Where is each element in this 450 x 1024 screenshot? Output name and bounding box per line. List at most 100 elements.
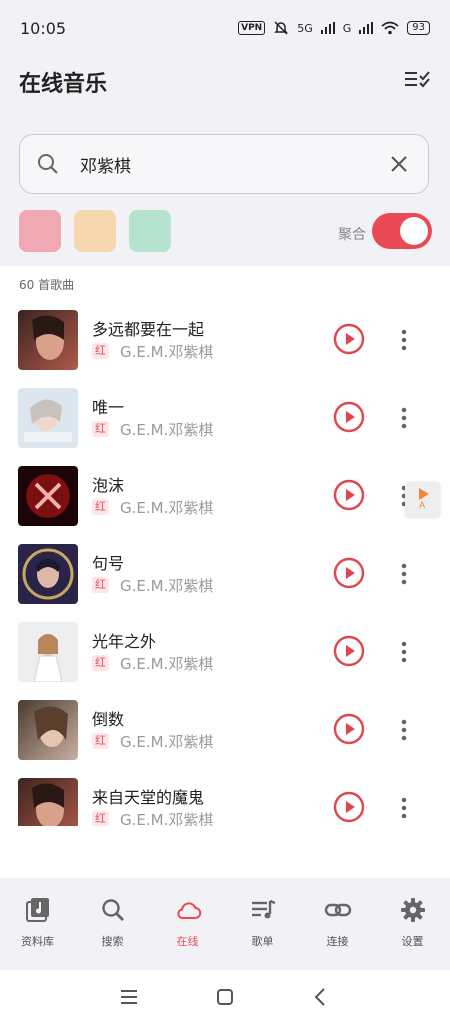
source-filter-swatches <box>19 210 171 252</box>
source-tag: 红 <box>92 811 109 826</box>
source-tag: 红 <box>92 343 109 359</box>
status-time: 10:05 <box>20 18 67 38</box>
song-artist: G.E.M.邓紫棋 <box>120 343 214 361</box>
mute-bell-icon <box>274 21 289 35</box>
search-input[interactable]: 邓紫棋 <box>80 152 388 177</box>
song-row[interactable]: 泡沫 红 G.E.M.邓紫棋 <box>0 460 450 538</box>
song-list: 60 首歌曲 多远都要在一起 红 G.E.M.邓紫棋 唯一 红 G.E.M.邓紫… <box>0 266 450 826</box>
nav-label: 设置 <box>401 935 424 948</box>
link-icon <box>324 903 351 917</box>
header: 在线音乐 邓紫棋 聚合 <box>0 56 450 266</box>
nav-label: 连接 <box>326 935 349 948</box>
play-icon[interactable] <box>333 479 365 511</box>
search-bar[interactable]: 邓紫棋 <box>19 134 429 194</box>
bottom-nav: 资料库 搜索 在线 歌单 连接 设置 <box>0 878 450 970</box>
song-title: 光年之外 <box>92 632 157 651</box>
nav-connect[interactable]: 连接 <box>300 878 375 970</box>
source-filter-green[interactable] <box>129 210 171 252</box>
merge-label: 聚合 <box>338 227 366 243</box>
floating-button-label: A <box>419 501 426 511</box>
play-icon[interactable] <box>333 713 365 745</box>
more-options-icon[interactable] <box>398 716 410 744</box>
clear-icon[interactable] <box>388 153 410 175</box>
play-icon[interactable] <box>333 557 365 589</box>
nav-label: 搜索 <box>101 935 124 948</box>
song-artist: G.E.M.邓紫棋 <box>120 421 214 439</box>
play-arrow-icon <box>419 488 429 500</box>
song-title: 多远都要在一起 <box>92 320 205 339</box>
song-title: 倒数 <box>92 710 125 729</box>
song-title: 来自天堂的魔鬼 <box>92 788 205 807</box>
signal-g-label: G <box>342 21 352 35</box>
home-icon[interactable] <box>214 986 236 1008</box>
song-title: 句号 <box>92 554 125 573</box>
source-tag: 红 <box>92 421 109 437</box>
play-icon[interactable] <box>333 323 365 355</box>
more-options-icon[interactable] <box>398 638 410 666</box>
song-row[interactable]: 唯一 红 G.E.M.邓紫棋 <box>0 382 450 460</box>
song-row[interactable]: 倒数 红 G.E.M.邓紫棋 <box>0 694 450 772</box>
back-icon[interactable] <box>310 986 332 1008</box>
song-artist: G.E.M.邓紫棋 <box>120 811 214 826</box>
multi-select-icon[interactable] <box>404 68 430 90</box>
song-count: 60 首歌曲 <box>19 278 75 292</box>
source-tag: 红 <box>92 655 109 671</box>
search-icon <box>38 154 58 174</box>
toggle-knob <box>400 217 428 245</box>
status-icons: VPN 5G G 93 <box>238 20 430 36</box>
page-title: 在线音乐 <box>19 72 108 97</box>
song-row[interactable]: 句号 红 G.E.M.邓紫棋 <box>0 538 450 616</box>
song-artist: G.E.M.邓紫棋 <box>120 733 214 751</box>
system-nav-bar <box>0 970 450 1024</box>
song-title: 唯一 <box>92 398 125 417</box>
album-cover <box>18 778 78 826</box>
nav-library[interactable]: 资料库 <box>0 878 75 970</box>
nav-settings[interactable]: 设置 <box>375 878 450 970</box>
source-filter-red[interactable] <box>19 210 61 252</box>
status-bar: 10:05 VPN 5G G 93 <box>0 0 450 56</box>
search-icon <box>101 899 124 921</box>
nav-label: 资料库 <box>21 935 54 948</box>
source-tag: 红 <box>92 577 109 593</box>
nav-label: 歌单 <box>251 935 274 948</box>
source-tag: 红 <box>92 733 109 749</box>
song-row[interactable]: 多远都要在一起 红 G.E.M.邓紫棋 <box>0 304 450 382</box>
song-title: 泡沫 <box>92 476 125 495</box>
song-row[interactable]: 来自天堂的魔鬼 红 G.E.M.邓紫棋 <box>0 772 450 826</box>
nav-label: 在线 <box>176 935 199 948</box>
more-options-icon[interactable] <box>398 560 410 588</box>
album-cover <box>18 466 78 526</box>
vpn-badge: VPN <box>238 21 266 35</box>
signal-icon-2 <box>359 22 374 34</box>
menu-icon[interactable] <box>118 986 140 1008</box>
signal-5g-label: 5G <box>297 21 313 35</box>
merge-toggle[interactable] <box>372 213 432 249</box>
nav-playlist[interactable]: 歌单 <box>225 878 300 970</box>
album-cover <box>18 544 78 604</box>
battery-indicator: 93 <box>407 21 430 35</box>
play-icon[interactable] <box>333 791 365 823</box>
song-artist: G.E.M.邓紫棋 <box>120 577 214 595</box>
floating-translate-button[interactable]: A <box>405 482 440 518</box>
song-artist: G.E.M.邓紫棋 <box>120 655 214 673</box>
more-options-icon[interactable] <box>398 326 410 354</box>
album-cover <box>18 700 78 760</box>
nav-search[interactable]: 搜索 <box>75 878 150 970</box>
album-cover <box>18 622 78 682</box>
library-icon <box>25 898 49 922</box>
source-filter-orange[interactable] <box>74 210 116 252</box>
source-tag: 红 <box>92 499 109 515</box>
nav-online[interactable]: 在线 <box>150 878 225 970</box>
playlist-icon <box>251 899 275 919</box>
album-cover <box>18 310 78 370</box>
play-icon[interactable] <box>333 635 365 667</box>
album-cover <box>18 388 78 448</box>
song-row[interactable]: 光年之外 红 G.E.M.邓紫棋 <box>0 616 450 694</box>
gear-icon <box>400 898 425 922</box>
signal-icon <box>320 22 335 34</box>
cloud-icon <box>176 902 201 919</box>
more-options-icon[interactable] <box>398 404 410 432</box>
wifi-icon <box>381 21 399 35</box>
more-options-icon[interactable] <box>398 794 410 822</box>
play-icon[interactable] <box>333 401 365 433</box>
